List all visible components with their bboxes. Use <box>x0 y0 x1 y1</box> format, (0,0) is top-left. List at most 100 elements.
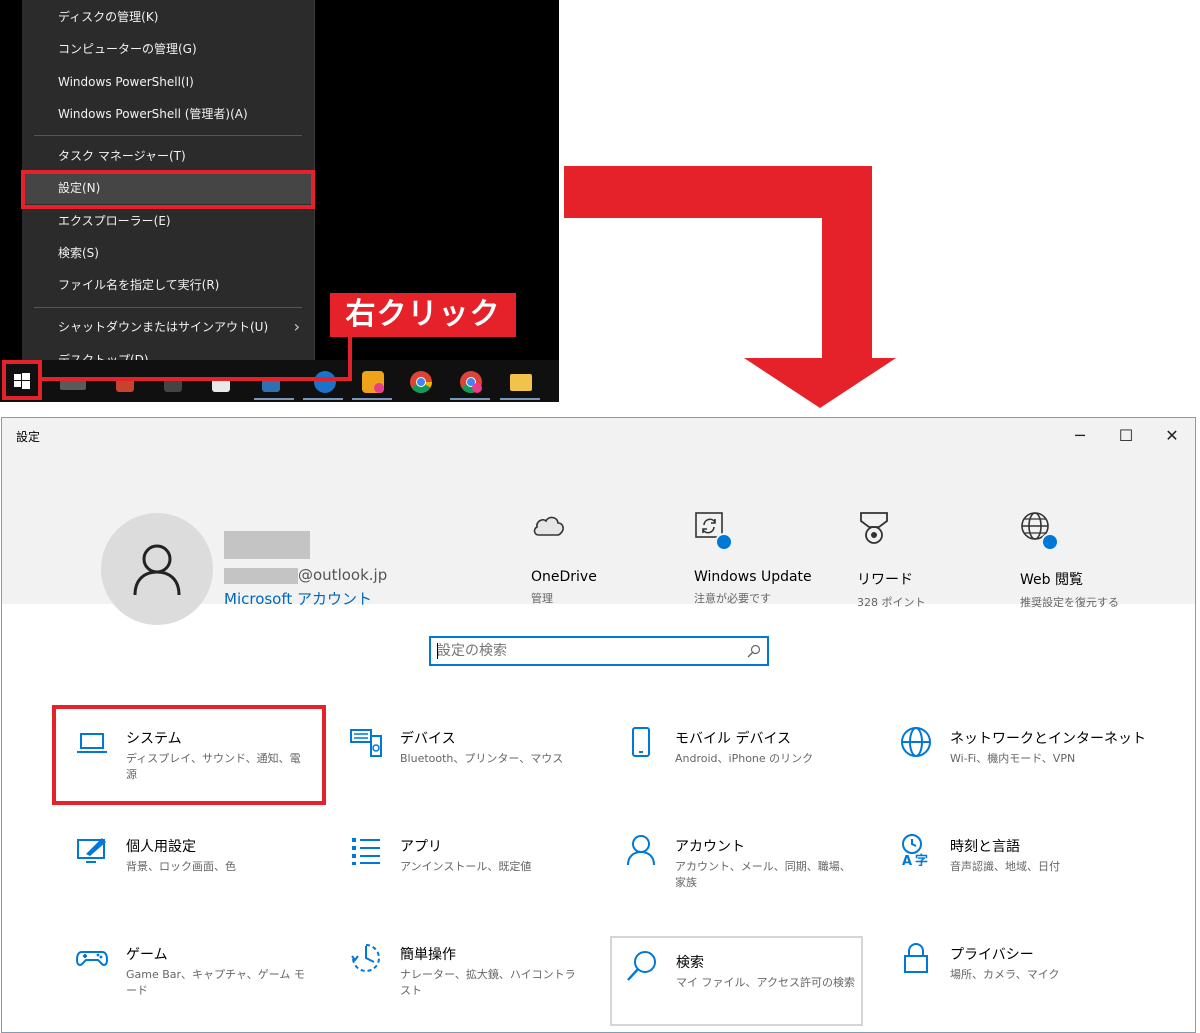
category-name: モバイル デバイス <box>675 731 792 747</box>
menu-item-powershell-admin[interactable]: Windows PowerShell (管理者)(A) <box>22 98 314 130</box>
quick-tile-label: リワード <box>857 572 913 588</box>
person-icon <box>133 544 181 596</box>
phone-icon <box>632 727 650 757</box>
search-icon[interactable] <box>747 644 761 658</box>
quick-tile-label: OneDrive <box>531 569 597 585</box>
category-ease-of-access[interactable]: 簡単操作 ナレーター、拡大鏡、ハイコントラスト <box>328 918 598 1018</box>
network-globe-icon <box>901 727 931 757</box>
menu-separator <box>34 135 302 136</box>
person-icon <box>627 835 655 866</box>
running-indicator <box>500 398 540 400</box>
category-name: プライバシー <box>950 947 1034 963</box>
running-indicator <box>450 398 490 400</box>
quick-tile-sub: 管理 <box>531 592 553 605</box>
ease-of-access-icon <box>351 944 380 972</box>
category-desc: Bluetooth、プリンター、マウス <box>400 752 564 765</box>
step-arrow-icon <box>564 166 896 408</box>
settings-highlight-box <box>21 170 315 209</box>
right-click-callout: 右クリック <box>330 293 516 337</box>
svg-text:A: A <box>902 854 912 866</box>
category-gaming[interactable]: ゲーム Game Bar、キャプチャ、ゲーム モード <box>54 918 324 1018</box>
microsoft-account-link[interactable]: Microsoft アカウント <box>224 588 372 609</box>
close-button[interactable]: ✕ <box>1154 422 1190 450</box>
category-desc: ナレーター、拡大鏡、ハイコントラスト <box>400 968 576 997</box>
minimize-button[interactable]: ─ <box>1062 422 1098 450</box>
quick-tile-sub: 推奨設定を復元する <box>1020 596 1119 609</box>
settings-search-box[interactable] <box>429 636 769 666</box>
category-desc: アカウント、メール、同期、職場、家族 <box>675 860 851 889</box>
menu-item-disk-management[interactable]: ディスクの管理(K) <box>22 1 314 33</box>
category-desc: 場所、カメラ、マイク <box>950 968 1060 981</box>
category-name: ゲーム <box>126 947 168 963</box>
notification-badge-icon <box>1041 533 1059 551</box>
window-title: 設定 <box>16 430 41 444</box>
quick-tile-rewards[interactable]: リワード 328 ポイント <box>857 511 1017 610</box>
time-language-icon: A 字 <box>902 834 928 866</box>
quick-tile-label: Windows Update <box>694 569 812 585</box>
profile-badge-icon <box>374 383 384 393</box>
menu-item-search[interactable]: 検索(S) <box>22 237 314 269</box>
cloud-icon <box>533 516 564 536</box>
search-category-icon <box>627 951 656 981</box>
quick-tile-label: Web 閲覧 <box>1020 572 1083 588</box>
title-bar: 設定 ─ ☐ ✕ <box>2 418 1195 454</box>
quick-tile-sub: 328 ポイント <box>857 596 926 609</box>
callout-connector-line <box>40 330 352 381</box>
category-name: アプリ <box>400 839 442 855</box>
text-caret <box>437 643 438 659</box>
menu-item-run[interactable]: ファイル名を指定して実行(R) <box>22 269 314 301</box>
category-desc: Android、iPhone のリンク <box>675 752 814 765</box>
category-desc: アンインストール、既定値 <box>400 860 532 873</box>
category-personalization[interactable]: 個人用設定 背景、ロック画面、色 <box>54 810 324 910</box>
category-name: 時刻と言語 <box>950 839 1020 855</box>
apps-list-icon <box>352 838 380 865</box>
running-indicator <box>303 398 343 400</box>
quick-tile-web-browsing[interactable]: Web 閲覧 推奨設定を復元する <box>1020 511 1180 610</box>
category-time-language[interactable]: A 字 時刻と言語 音声認識、地域、日付 <box>878 810 1148 910</box>
menu-separator <box>34 307 302 308</box>
category-name: アカウント <box>675 839 745 855</box>
category-desc: Wi-Fi、機内モード、VPN <box>950 752 1076 765</box>
gamepad-icon <box>76 951 108 966</box>
menu-item-computer-management[interactable]: コンピューターの管理(G) <box>22 33 314 65</box>
redacted-account-name <box>224 531 310 559</box>
menu-item-explorer[interactable]: エクスプローラー(E) <box>22 205 314 237</box>
category-apps[interactable]: アプリ アンインストール、既定値 <box>328 810 598 910</box>
menu-item-powershell[interactable]: Windows PowerShell(I) <box>22 66 314 98</box>
redacted-email <box>224 568 298 584</box>
avatar[interactable] <box>101 513 213 625</box>
category-network[interactable]: ネットワークとインターネット Wi-Fi、機内モード、VPN <box>878 702 1148 802</box>
menu-item-task-manager[interactable]: タスク マネージャー(T) <box>22 140 314 172</box>
category-name: ネットワークとインターネット <box>950 731 1146 747</box>
maximize-button[interactable]: ☐ <box>1108 422 1144 450</box>
personalization-icon <box>77 838 106 863</box>
notification-badge-icon <box>715 533 733 551</box>
category-name: 検索 <box>676 955 704 971</box>
profile-badge-icon <box>472 383 482 393</box>
category-name: 個人用設定 <box>126 839 196 855</box>
category-search[interactable]: 検索 マイ ファイル、アクセス許可の検索 <box>610 936 863 1026</box>
lock-icon <box>904 943 928 973</box>
medal-icon <box>860 512 888 544</box>
file-explorer-icon[interactable] <box>510 374 532 391</box>
category-desc: マイ ファイル、アクセス許可の検索 <box>676 976 855 989</box>
quick-tile-sub: 注意が必要です <box>694 592 771 605</box>
account-header: @outlook.jp Microsoft アカウント OneDrive 管理 … <box>2 454 1195 625</box>
category-accounts[interactable]: アカウント アカウント、メール、同期、職場、家族 <box>603 810 873 910</box>
svg-text:字: 字 <box>915 853 928 866</box>
devices-icon <box>350 729 382 757</box>
category-privacy[interactable]: プライバシー 場所、カメラ、マイク <box>878 918 1148 1018</box>
system-highlight-box <box>52 705 326 805</box>
quick-tile-onedrive[interactable]: OneDrive 管理 <box>531 511 691 606</box>
category-desc: Game Bar、キャプチャ、ゲーム モード <box>126 968 305 997</box>
search-input[interactable] <box>437 642 737 660</box>
category-name: デバイス <box>400 731 456 747</box>
category-desc: 背景、ロック画面、色 <box>126 860 236 873</box>
account-email-suffix: @outlook.jp <box>298 566 388 584</box>
category-devices[interactable]: デバイス Bluetooth、プリンター、マウス <box>328 702 598 802</box>
quick-tile-windows-update[interactable]: Windows Update 注意が必要です <box>694 511 854 606</box>
running-indicator <box>352 398 392 400</box>
chrome-icon[interactable] <box>410 371 432 393</box>
category-mobile-devices[interactable]: モバイル デバイス Android、iPhone のリンク <box>603 702 873 802</box>
running-indicator <box>254 398 294 400</box>
